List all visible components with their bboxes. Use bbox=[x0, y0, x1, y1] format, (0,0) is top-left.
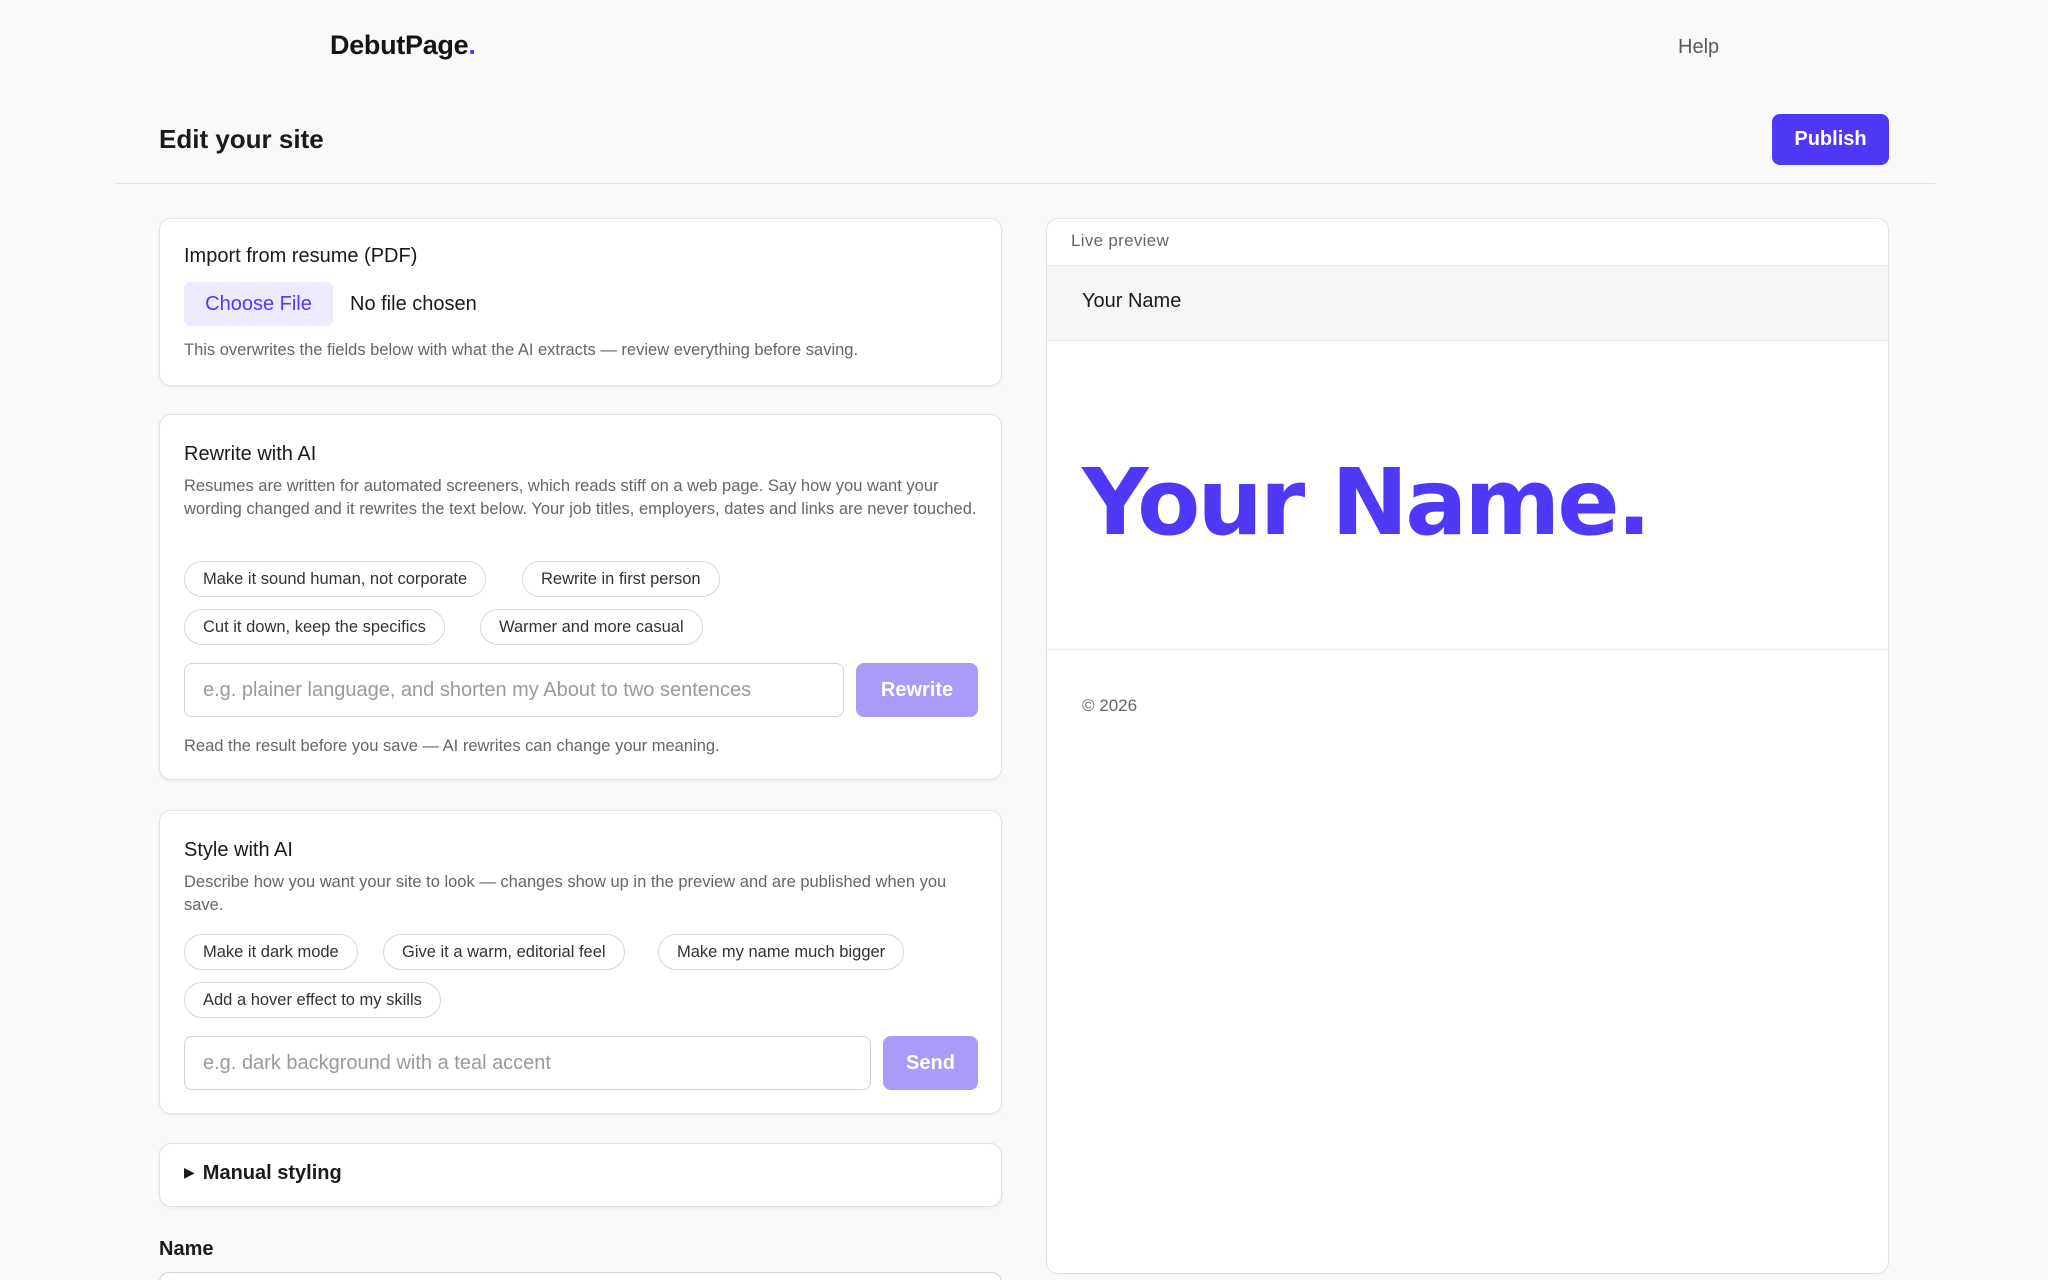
help-link[interactable]: Help bbox=[1678, 36, 1719, 59]
publish-button[interactable]: Publish bbox=[1772, 114, 1889, 165]
import-resume-card: Import from resume (PDF) Choose File No … bbox=[159, 218, 1002, 386]
import-note: This overwrites the fields below with wh… bbox=[184, 341, 859, 359]
logo[interactable]: DebutPage. bbox=[330, 30, 476, 61]
page-header: Edit your site Publish bbox=[115, 96, 1935, 184]
rewrite-ai-card: Rewrite with AI Resumes are written for … bbox=[159, 414, 1002, 780]
choose-file-button[interactable]: Choose File bbox=[184, 282, 333, 326]
style-description: Describe how you want your site to look … bbox=[184, 873, 947, 914]
import-card-title: Import from resume (PDF) bbox=[184, 245, 418, 267]
style-card-title: Style with AI bbox=[184, 839, 293, 861]
page-title: Edit your site bbox=[159, 124, 324, 154]
style-input[interactable] bbox=[184, 1036, 871, 1090]
rewrite-button[interactable]: Rewrite bbox=[856, 663, 978, 717]
manual-styling-summary[interactable]: ▶ Manual styling bbox=[184, 1162, 342, 1185]
preview-footer: © 2026 bbox=[1082, 696, 1138, 715]
chip-bigger-name[interactable]: Make my name much bigger bbox=[658, 934, 905, 970]
logo-text: DebutPage bbox=[330, 30, 469, 60]
logo-dot: . bbox=[468, 30, 476, 60]
name-input[interactable] bbox=[159, 1272, 1002, 1280]
rewrite-note: Read the result before you save — AI rew… bbox=[184, 737, 720, 755]
rewrite-card-title: Rewrite with AI bbox=[184, 443, 317, 465]
triangle-right-icon: ▶ bbox=[184, 1164, 195, 1180]
chip-dark-mode[interactable]: Make it dark mode bbox=[184, 934, 358, 970]
chip-hover-skills[interactable]: Add a hover effect to my skills bbox=[184, 982, 441, 1018]
preview-nav-name: Your Name bbox=[1082, 290, 1182, 312]
live-preview-label: Live preview bbox=[1071, 231, 1170, 250]
chip-first-person[interactable]: Rewrite in first person bbox=[522, 561, 720, 597]
preview-divider bbox=[1047, 649, 1888, 650]
manual-styling-toggle[interactable]: ▶ Manual styling bbox=[159, 1143, 1002, 1207]
live-preview-panel: Live preview Your Name Your Name. © 2026 bbox=[1046, 218, 1889, 1274]
rewrite-input[interactable] bbox=[184, 663, 844, 717]
chip-cut-down[interactable]: Cut it down, keep the specifics bbox=[184, 609, 445, 645]
top-bar: DebutPage. Help bbox=[0, 0, 2048, 96]
chip-warm-editorial[interactable]: Give it a warm, editorial feel bbox=[383, 934, 625, 970]
style-ai-card: Style with AI Describe how you want your… bbox=[159, 810, 1002, 1114]
chip-warmer[interactable]: Warmer and more casual bbox=[480, 609, 703, 645]
manual-styling-label: Manual styling bbox=[202, 1162, 342, 1184]
rewrite-description: Resumes are written for automated screen… bbox=[184, 477, 977, 518]
chip-sound-human[interactable]: Make it sound human, not corporate bbox=[184, 561, 487, 597]
file-status: No file chosen bbox=[350, 293, 477, 315]
preview-hero-name: Your Name. bbox=[1082, 449, 1652, 556]
name-field-label: Name bbox=[159, 1238, 214, 1260]
send-button[interactable]: Send bbox=[883, 1036, 978, 1090]
preview-nav-bar: Your Name bbox=[1047, 265, 1888, 341]
